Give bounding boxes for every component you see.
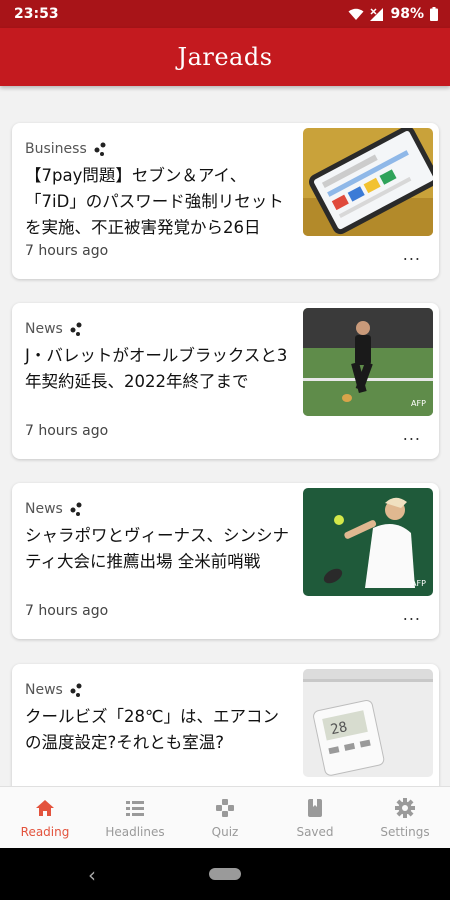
category-label: News bbox=[25, 501, 63, 517]
share-nodes-icon bbox=[94, 142, 106, 156]
category-label: Business bbox=[25, 141, 87, 157]
nav-item-headlines[interactable]: Headlines bbox=[90, 787, 180, 848]
article-card[interactable]: News J・バレットがオールブラックスと3年契約延長、2022年終了まで 7 … bbox=[12, 303, 439, 459]
article-time: 7 hours ago bbox=[25, 603, 109, 619]
more-options-button[interactable]: ... bbox=[403, 425, 421, 444]
article-title[interactable]: J・バレットがオールブラックスと3年契約延長、2022年終了まで bbox=[25, 343, 290, 395]
article-thumbnail[interactable]: 28 bbox=[303, 669, 433, 777]
wifi-icon bbox=[348, 8, 364, 20]
svg-text:AFP: AFP bbox=[411, 579, 426, 588]
nav-label-quiz: Quiz bbox=[211, 824, 239, 839]
app-bar: Jareads bbox=[0, 28, 450, 86]
bottom-navigation: Reading Headlines Quiz Saved Settings bbox=[0, 786, 450, 848]
app-title: Jareads bbox=[177, 43, 273, 71]
nav-label-headlines: Headlines bbox=[105, 824, 165, 839]
nav-item-quiz[interactable]: Quiz bbox=[180, 787, 270, 848]
nav-label-settings: Settings bbox=[380, 824, 430, 839]
status-bar: 23:53 98% bbox=[0, 0, 450, 28]
more-options-button[interactable]: ... bbox=[403, 245, 421, 264]
more-options-button[interactable]: ... bbox=[403, 605, 421, 624]
article-title[interactable]: クールビズ「28℃」は、エアコンの温度設定?それとも室温? bbox=[25, 704, 290, 756]
article-card[interactable]: Business 【7pay問題】セブン＆アイ、「7iD」のパスワード強制リセッ… bbox=[12, 123, 439, 279]
category-label: News bbox=[25, 321, 63, 337]
category-label: News bbox=[25, 682, 63, 698]
share-nodes-icon bbox=[70, 502, 82, 516]
nav-item-settings[interactable]: Settings bbox=[360, 787, 450, 848]
article-category: Business bbox=[25, 141, 107, 157]
status-time: 23:53 bbox=[14, 6, 59, 22]
article-time: 7 hours ago bbox=[25, 243, 109, 259]
nav-label-saved: Saved bbox=[296, 824, 334, 839]
back-icon[interactable]: ‹ bbox=[88, 863, 96, 887]
article-title[interactable]: シャラポワとヴィーナス、シンシナティ大会に推薦出場 全米前哨戦 bbox=[25, 523, 290, 575]
nav-item-saved[interactable]: Saved bbox=[270, 787, 360, 848]
svg-text:AFP: AFP bbox=[411, 399, 426, 408]
system-navigation-bar: ‹ bbox=[0, 848, 450, 900]
article-thumbnail[interactable]: AFP bbox=[303, 488, 433, 596]
article-thumbnail[interactable] bbox=[303, 128, 433, 236]
share-nodes-icon bbox=[70, 683, 82, 697]
gear-icon bbox=[395, 797, 415, 818]
gamepad-icon bbox=[216, 798, 234, 817]
article-feed[interactable]: Business 【7pay問題】セブン＆アイ、「7iD」のパスワード強制リセッ… bbox=[0, 86, 450, 786]
list-icon bbox=[126, 800, 144, 816]
bookmark-icon bbox=[308, 798, 322, 817]
nav-item-reading[interactable]: Reading bbox=[0, 787, 90, 848]
signal-icon bbox=[370, 7, 384, 21]
article-title[interactable]: 【7pay問題】セブン＆アイ、「7iD」のパスワード強制リセットを実施、不正被害… bbox=[25, 163, 290, 241]
article-category: News bbox=[25, 321, 83, 337]
article-category: News bbox=[25, 501, 83, 517]
home-icon bbox=[36, 799, 54, 816]
article-category: News bbox=[25, 682, 83, 698]
article-time: 7 hours ago bbox=[25, 423, 109, 439]
share-nodes-icon bbox=[70, 322, 82, 336]
nav-label-reading: Reading bbox=[20, 824, 70, 839]
home-pill-button[interactable] bbox=[209, 868, 241, 880]
battery-icon bbox=[430, 7, 438, 21]
article-card[interactable]: News シャラポワとヴィーナス、シンシナティ大会に推薦出場 全米前哨戦 7 h… bbox=[12, 483, 439, 639]
article-thumbnail[interactable]: AFP bbox=[303, 308, 433, 416]
status-icons: 98% bbox=[348, 6, 438, 22]
article-card[interactable]: News クールビズ「28℃」は、エアコンの温度設定?それとも室温? 28 bbox=[12, 664, 439, 786]
battery-percent: 98% bbox=[390, 6, 424, 22]
